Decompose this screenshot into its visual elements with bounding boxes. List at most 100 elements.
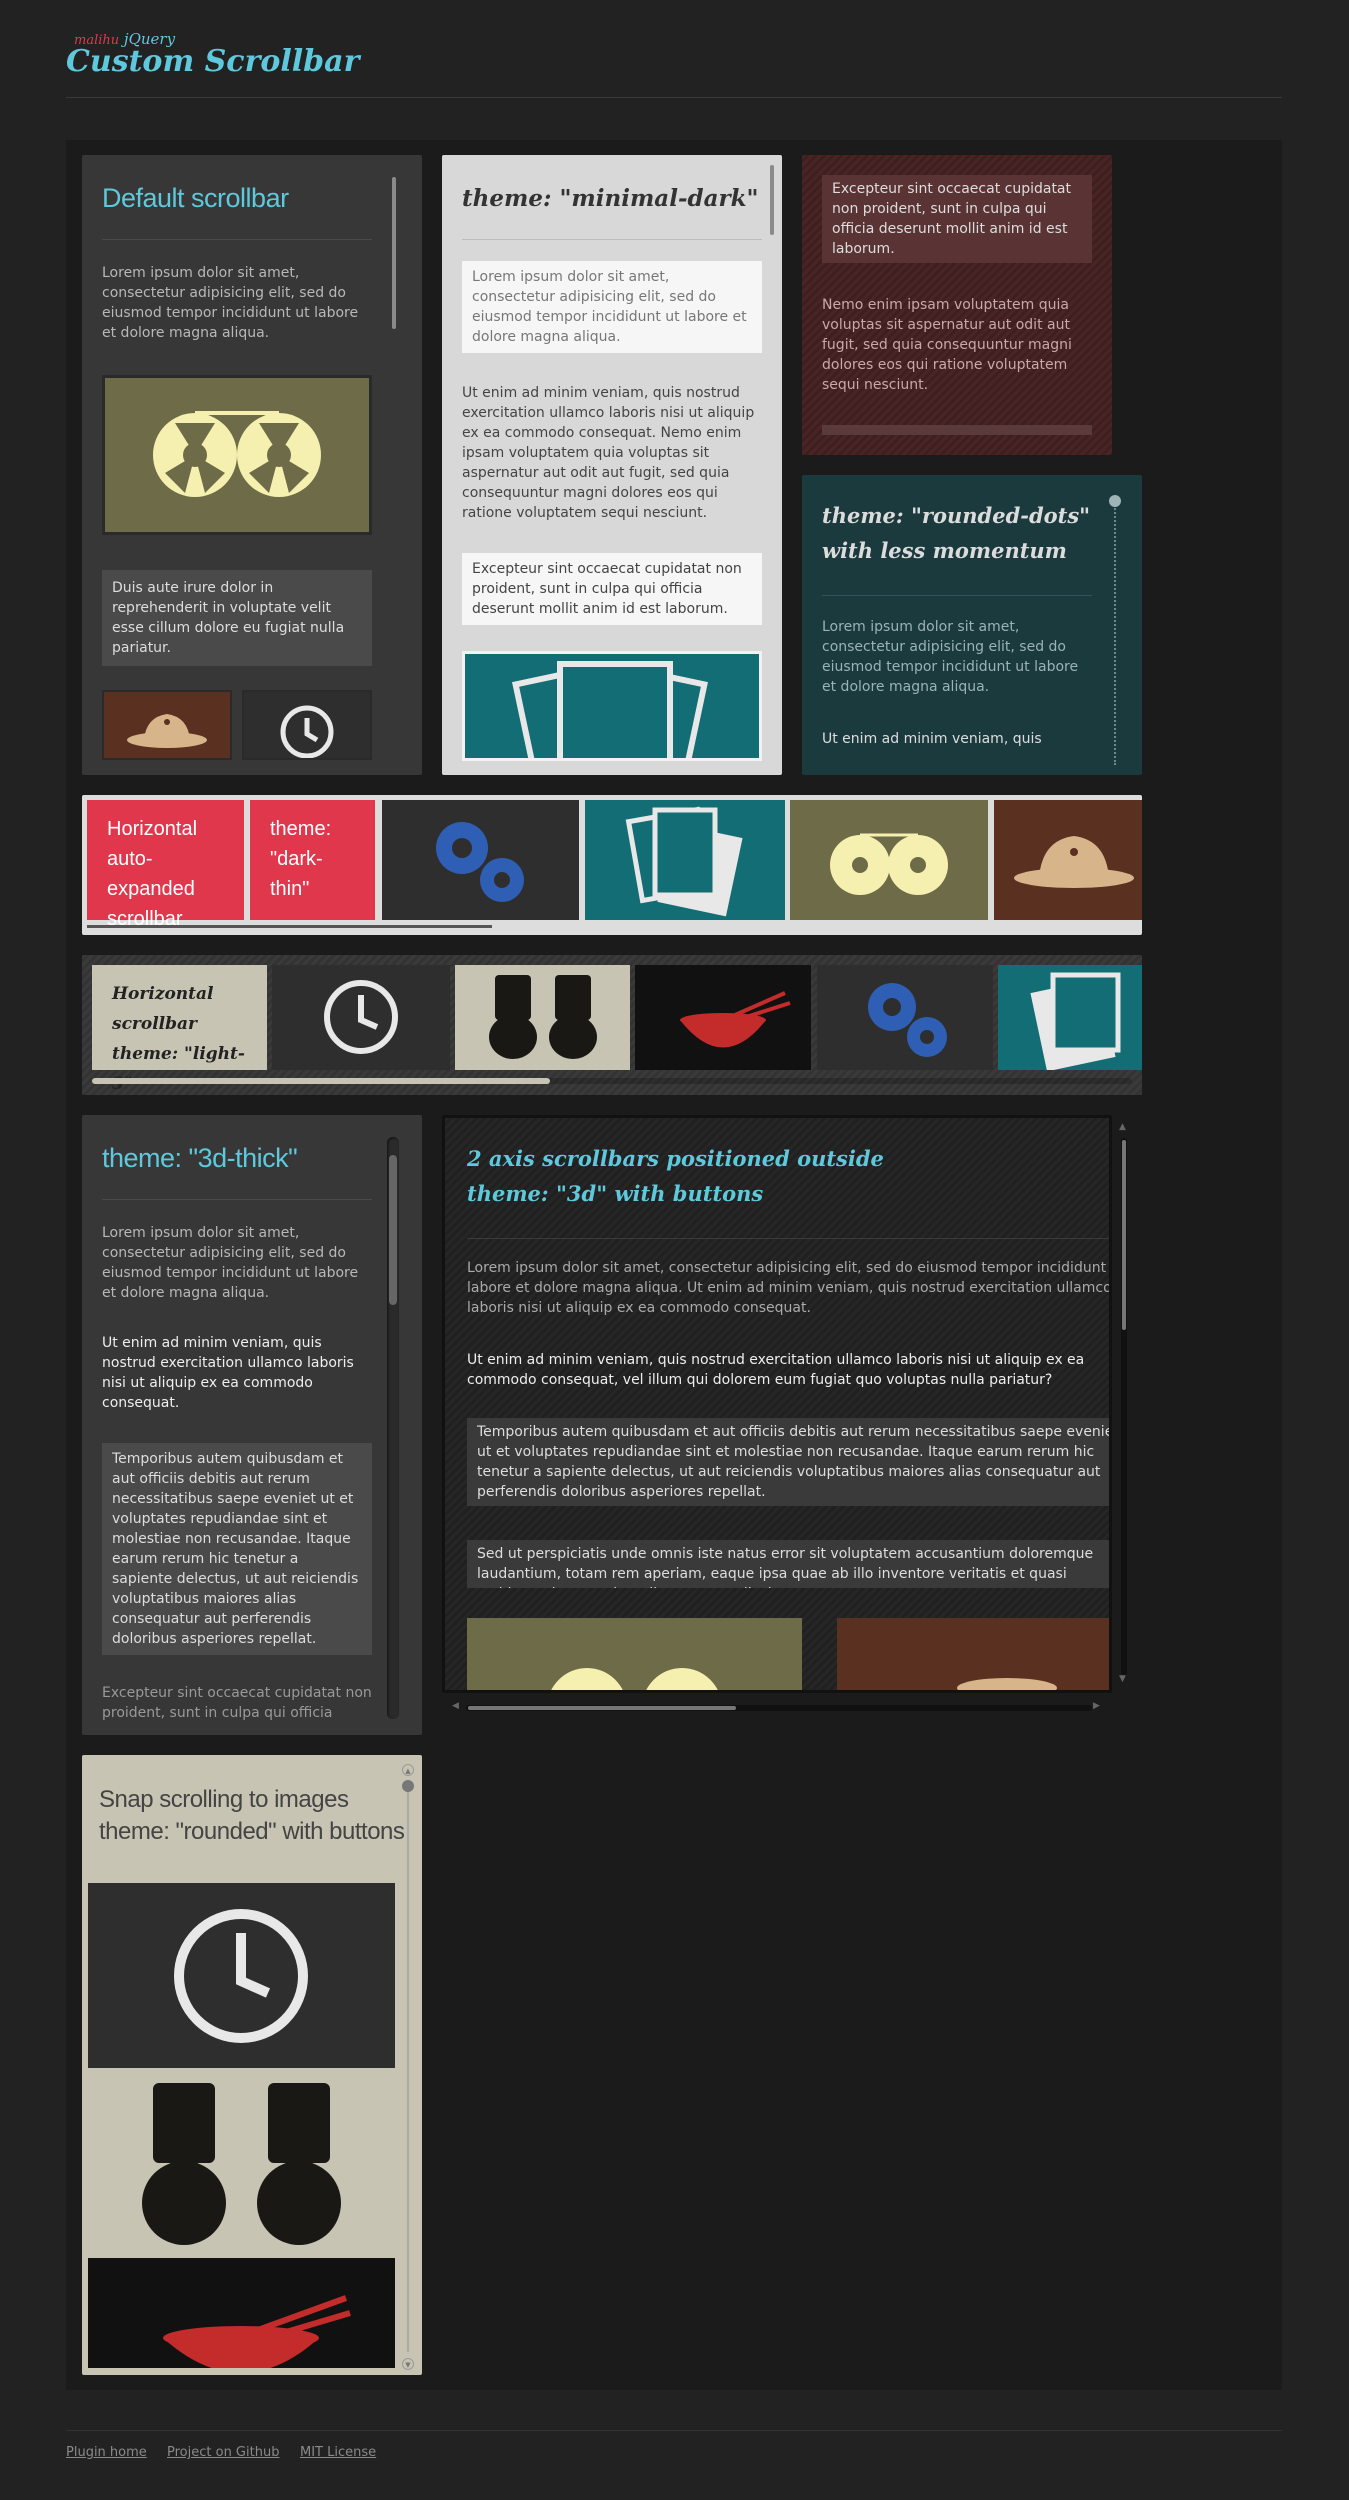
header-divider: [66, 97, 1282, 98]
hat-icon: [1014, 836, 1134, 888]
label-box: Horizontal auto-expanded scrollbar: [87, 800, 244, 930]
vertical-scrollbar-thumb[interactable]: [389, 1155, 397, 1305]
photos-image: [585, 800, 785, 920]
horizontal-scrollbar[interactable]: [822, 425, 1092, 435]
horizontal-scroller-dark-thin[interactable]: Horizontal auto-expanded scrollbar theme…: [82, 795, 1142, 935]
gears-image: [382, 800, 579, 920]
boxed-paragraph: Lorem ipsum dolor sit amet, consectetur …: [462, 261, 762, 353]
horizontal-scroller-light-3[interactable]: Horizontal scrollbar theme: "light-3": [82, 955, 1142, 1095]
scroll-down-button[interactable]: ▼: [402, 2358, 414, 2370]
hat-icon: [957, 1678, 1057, 1690]
panel-title: Default scrollbar: [102, 183, 289, 213]
title-divider: [822, 595, 1092, 596]
paragraph: Lorem ipsum dolor sit amet, consectetur …: [822, 619, 1079, 695]
boxed-paragraph: Duis aute irure dolor in reprehenderit i…: [102, 570, 372, 666]
scroll-up-button[interactable]: ▲: [1119, 1122, 1126, 1132]
boxed-paragraph: Temporibus autem quibusdam et aut offici…: [467, 1418, 1109, 1506]
boxed-paragraph: Excepteur sint occaecat cupidatat non pr…: [462, 553, 762, 625]
vertical-scrollbar-thumb[interactable]: [402, 1780, 414, 1792]
top-hats-icon: [142, 2083, 341, 2245]
label-line: scrollbar: [107, 908, 183, 930]
paragraph: Ut enim ad minim veniam, quis nostrud ex…: [467, 1352, 1085, 1388]
panel-default-scrollbar[interactable]: Default scrollbar Lorem ipsum dolor sit …: [82, 155, 422, 775]
clock-image: [242, 690, 372, 760]
clock-image: [88, 1883, 395, 2068]
hat-image: [994, 800, 1142, 920]
vertical-scrollbar-thumb[interactable]: [392, 177, 396, 329]
title-divider: [462, 239, 762, 240]
footer-link-github[interactable]: Project on Github: [167, 2445, 279, 2460]
boxed-paragraph: Excepteur sint occaecat cupidatat non pr…: [822, 175, 1092, 263]
paragraph: Nemo enim ipsam voluptatem quia voluptas…: [822, 297, 1072, 393]
panel-3d-thick[interactable]: theme: "3d-thick" Lorem ipsum dolor sit …: [82, 1115, 422, 1735]
photos-icon: [512, 661, 708, 758]
reel-to-reel-icon: [830, 833, 948, 895]
dot-scrollbar-thumb[interactable]: [1109, 495, 1121, 507]
horizontal-scrollbar-thumb[interactable]: [87, 925, 492, 928]
panel-title: theme: "3d-thick": [102, 1143, 298, 1173]
paragraph: Lorem ipsum dolor sit amet, consectetur …: [102, 265, 359, 341]
label-box: Horizontal scrollbar theme: "light-3": [92, 965, 267, 1094]
label-line: Horizontal scrollbar: [112, 984, 214, 1034]
noodle-bowl-image: [635, 965, 811, 1070]
paragraph: Ut enim ad minim veniam, quis: [822, 731, 1042, 747]
vertical-scrollbar-rail[interactable]: [407, 1782, 409, 2352]
label-line: theme:: [270, 818, 332, 840]
noodle-bowl-icon: [680, 991, 791, 1048]
label-line: "dark-thin": [270, 848, 323, 900]
panel-2-axis-3d[interactable]: 2 axis scrollbars positioned outside the…: [442, 1115, 1112, 1693]
scroll-up-button[interactable]: ▲: [402, 1764, 414, 1776]
noodle-bowl-icon: [163, 2295, 351, 2368]
vertical-scrollbar-thumb[interactable]: [1122, 1140, 1126, 1330]
panel-title-line1: Snap scrolling to images: [99, 1786, 349, 1813]
top-hats-icon: [489, 975, 597, 1059]
boxed-paragraph: Temporibus autem quibusdam et aut offici…: [102, 1443, 372, 1655]
clock-icon: [280, 705, 334, 758]
panel-rounded-dots[interactable]: theme: "rounded-dots" with less momentum…: [802, 475, 1142, 775]
reel-to-reel-image: [467, 1618, 802, 1690]
horizontal-scrollbar-thumb[interactable]: [92, 1078, 550, 1084]
panel-snap-scrolling[interactable]: Snap scrolling to images theme: "rounded…: [82, 1755, 422, 2375]
reel-to-reel-icon: [551, 1668, 718, 1690]
panel-title: theme: "minimal-dark": [462, 185, 759, 212]
photos-image: [462, 651, 762, 761]
panel-minimal-dark[interactable]: theme: "minimal-dark" Lorem ipsum dolor …: [442, 155, 782, 775]
footer-link-plugin-home[interactable]: Plugin home: [66, 2445, 147, 2460]
paragraph: Ut enim ad minim veniam, quis nostrud ex…: [462, 385, 755, 521]
scroll-left-button[interactable]: ◀: [452, 1701, 459, 1711]
label-box: theme: "dark-thin": [250, 800, 375, 920]
label-line: theme: "light-3": [112, 1044, 245, 1094]
scroll-right-button[interactable]: ▶: [1093, 1701, 1100, 1711]
photos-icon: [1030, 972, 1121, 1070]
paragraph: Lorem ipsum dolor sit amet, consectetur …: [467, 1260, 1112, 1316]
hat-icon: [127, 714, 207, 748]
reel-to-reel-image: [790, 800, 988, 920]
clock-icon: [174, 1909, 308, 2043]
gears-image: [817, 965, 993, 1070]
panel-red-striped[interactable]: Excepteur sint occaecat cupidatat non pr…: [802, 155, 1112, 455]
scroll-down-button[interactable]: ▼: [1119, 1674, 1126, 1684]
hat-image: [102, 690, 232, 760]
clock-image: [272, 965, 450, 1070]
clock-icon: [324, 980, 398, 1054]
panel-title-line1: 2 axis scrollbars positioned outside: [467, 1146, 884, 1171]
photos-icon: [625, 806, 743, 917]
title-divider: [467, 1238, 1109, 1239]
page-title: Custom Scrollbar: [66, 44, 360, 79]
label-line: auto-expanded: [107, 848, 195, 900]
title-divider: [102, 239, 372, 240]
panel-title-line2: theme: "rounded" with buttons: [99, 1818, 405, 1845]
top-hats-image: [455, 965, 630, 1070]
footer-link-license[interactable]: MIT License: [300, 2445, 376, 2460]
horizontal-scrollbar-thumb[interactable]: [468, 1706, 736, 1710]
top-hats-image: [88, 2068, 395, 2258]
title-divider: [102, 1199, 372, 1200]
vertical-scrollbar-thumb[interactable]: [770, 165, 774, 235]
reel-to-reel-image: [102, 375, 372, 535]
photos-image: [998, 965, 1142, 1070]
reel-to-reel-icon: [153, 411, 321, 497]
dotted-scrollbar-rail[interactable]: [1114, 505, 1116, 765]
panel-title-line1: theme: "rounded-dots": [822, 503, 1091, 528]
hat-image: [837, 1618, 1109, 1690]
panel-title-line2: with less momentum: [822, 538, 1067, 563]
